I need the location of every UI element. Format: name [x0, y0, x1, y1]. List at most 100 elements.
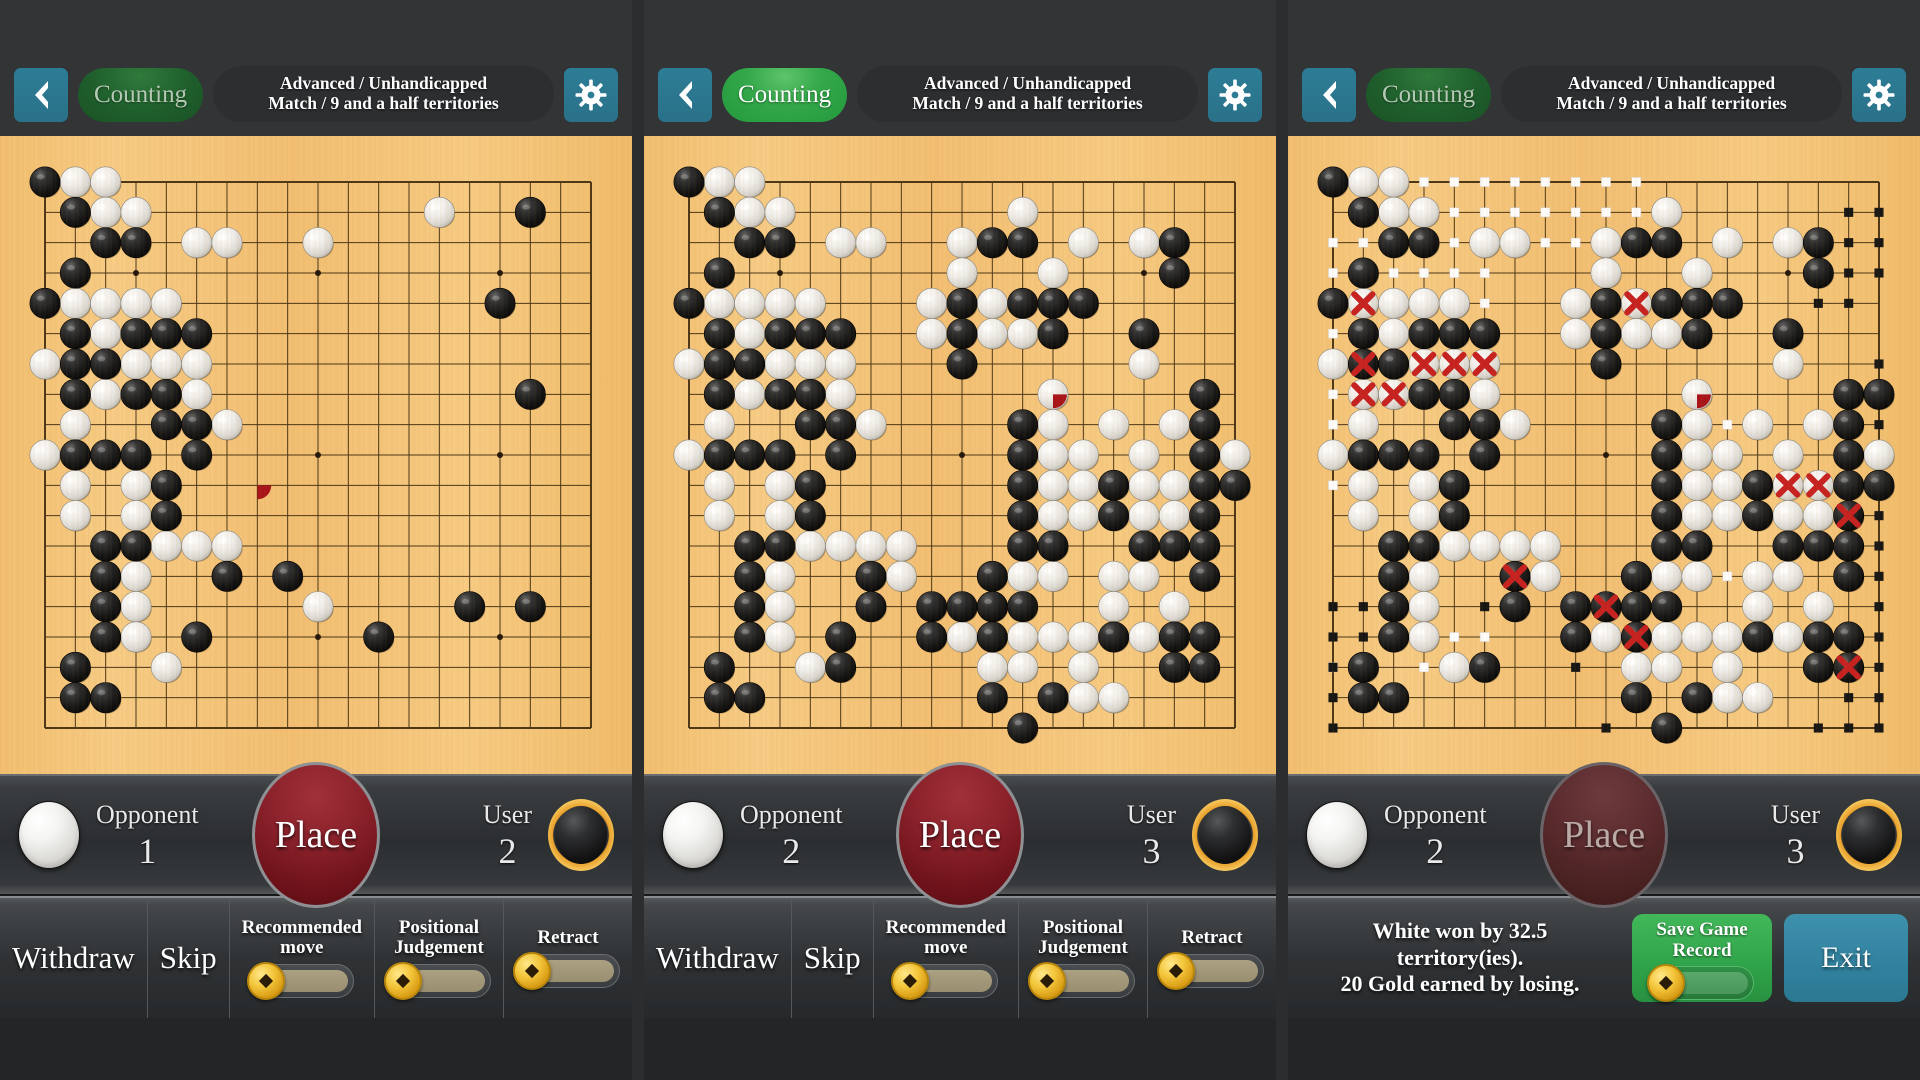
result-line: 20 Gold earned by losing. [1340, 971, 1580, 997]
toolbar-recommended-button[interactable]: Recommended move [874, 898, 1019, 1018]
user-score: 3 [1786, 830, 1805, 871]
toolbar-retract-button[interactable]: Retract [504, 898, 632, 1018]
user-label-group: User 3 [1770, 799, 1820, 871]
bottom-toolbar: Withdraw Skip Recommended move Positional Jud… [0, 896, 632, 1018]
match-info-line: Match / 9 and a half territories [912, 93, 1143, 113]
match-info-label: Advanced / Unhandicapped Match / 9 and a … [857, 66, 1198, 122]
player-status-bar: Opponent 2 User 3 Place [1288, 762, 1920, 908]
save-game-record-label: Save Game Record [1656, 918, 1748, 961]
game-panel-2: Counting Advanced / Unhandicapped Match / … [644, 0, 1276, 1080]
coin-meter [383, 962, 491, 1001]
opponent-label-group: Opponent 2 [740, 801, 843, 869]
toolbar-label-line: Retract [1181, 926, 1243, 948]
game-panel-3: Counting Advanced / Unhandicapped Match / … [1288, 0, 1920, 1080]
go-board[interactable] [644, 136, 1276, 774]
toolbar-label-line: move [924, 937, 968, 958]
opponent-score: 2 [1426, 830, 1445, 871]
back-button[interactable] [14, 68, 68, 122]
toolbar-positional-button[interactable]: Positional Judgement [375, 898, 504, 1018]
toolbar-recommended-button[interactable]: Recommended move [230, 898, 375, 1018]
user-black-stone-icon [1836, 799, 1902, 871]
toolbar-retract-button[interactable]: Retract [1148, 898, 1276, 1018]
header-bar: Counting Advanced / Unhandicapped Match / … [1288, 0, 1920, 136]
match-info-line: Advanced / Unhandicapped [923, 73, 1132, 94]
bottom-toolbar: Withdraw Skip Recommended move Positional Jud… [644, 896, 1276, 1018]
user-name: User [1770, 799, 1820, 829]
coin-meter [512, 952, 620, 991]
user-black-stone [555, 806, 607, 864]
player-status-bar: Opponent 2 User 3 Place [644, 762, 1276, 908]
game-panel-1: Counting Advanced / Unhandicapped Match / … [0, 0, 632, 1080]
back-button[interactable] [658, 68, 712, 122]
gold-coin-icon [512, 952, 551, 991]
coin-meter [890, 962, 998, 1001]
coin-meter [1156, 952, 1264, 991]
match-info-label: Advanced / Unhandicapped Match / 9 and a … [1501, 66, 1842, 122]
match-info-line: Advanced / Unhandicapped [1567, 73, 1776, 94]
toolbar-label-line: Judgement [394, 937, 484, 958]
user-name: User [482, 799, 532, 829]
user-label-group: User 2 [482, 799, 532, 871]
gold-coin-icon [1647, 964, 1685, 1003]
settings-button[interactable] [564, 68, 618, 122]
go-board[interactable] [1288, 136, 1920, 774]
result-bar: White won by 32.5 territory(ies). 20 Gold … [1288, 896, 1920, 1018]
board-area[interactable] [1288, 136, 1920, 774]
toolbar-label-line: Judgement [1038, 937, 1128, 958]
opponent-label-group: Opponent 2 [1384, 799, 1487, 871]
toolbar-withdraw-button[interactable]: Withdraw [0, 898, 148, 1018]
settings-button[interactable] [1852, 68, 1906, 122]
toolbar-retract-label: Retract [537, 926, 599, 948]
match-info-line: Match / 9 and a half territories [268, 93, 499, 113]
toolbar-label-line: move [280, 937, 324, 958]
coin-meter [1027, 962, 1135, 1001]
place-button[interactable]: Place [252, 762, 380, 908]
opponent-name: Opponent [1384, 799, 1487, 829]
gold-coin-icon [246, 962, 285, 1001]
toolbar-skip-button[interactable]: Skip [148, 898, 230, 1018]
board-area[interactable] [0, 136, 632, 774]
toolbar-recommended-label: Recommended move [241, 916, 362, 958]
toolbar-withdraw-button[interactable]: Withdraw [644, 898, 792, 1018]
counting-button[interactable]: Counting [1366, 68, 1492, 122]
exit-button[interactable]: Exit [1784, 914, 1908, 1002]
panel-bottom-filler [1288, 1018, 1920, 1080]
save-label-line: Record [1672, 939, 1732, 961]
match-info-line: Match / 9 and a half territories [1556, 93, 1787, 113]
toolbar-skip-button[interactable]: Skip [792, 898, 874, 1018]
screenshot-root: Counting Advanced / Unhandicapped Match / … [0, 0, 1920, 1080]
match-info-line: Advanced / Unhandicapped [279, 73, 488, 94]
place-button[interactable]: Place [896, 762, 1024, 908]
counting-button[interactable]: Counting [78, 68, 204, 122]
opponent-name: Opponent [96, 799, 199, 829]
user-black-stone-icon [1192, 799, 1258, 871]
user-black-stone-icon [548, 799, 614, 871]
toolbar-positional-button[interactable]: Positional Judgement [1019, 898, 1148, 1018]
user-score: 2 [498, 830, 517, 871]
save-label-line: Save Game [1656, 918, 1748, 940]
gold-coin-icon [1027, 962, 1066, 1001]
save-game-record-button[interactable]: Save Game Record [1632, 914, 1772, 1003]
coin-meter [1647, 964, 1754, 1003]
go-board[interactable] [0, 136, 632, 774]
user-score: 3 [1142, 830, 1161, 871]
toolbar-retract-label: Retract [1181, 926, 1243, 948]
match-info-label: Advanced / Unhandicapped Match / 9 and a … [213, 66, 554, 122]
user-black-stone [1843, 806, 1895, 864]
toolbar-label-line: Retract [537, 926, 599, 948]
board-area[interactable] [644, 136, 1276, 774]
opponent-white-stone-icon [662, 801, 724, 869]
result-line: White won by 32.5 [1372, 918, 1548, 944]
place-button: Place [1540, 762, 1668, 908]
toolbar-label-line: Recommended [885, 916, 1006, 938]
gold-coin-icon [383, 962, 422, 1001]
toolbar-label-line: Recommended [241, 916, 362, 938]
back-button[interactable] [1302, 68, 1356, 122]
toolbar-positional-label: Positional Judgement [394, 917, 484, 958]
toolbar-recommended-label: Recommended move [885, 916, 1006, 958]
opponent-label-group: Opponent 1 [96, 799, 199, 869]
coin-meter [246, 962, 354, 1001]
user-black-stone [1199, 806, 1251, 864]
settings-button[interactable] [1208, 68, 1262, 122]
counting-button[interactable]: Counting [722, 68, 848, 122]
